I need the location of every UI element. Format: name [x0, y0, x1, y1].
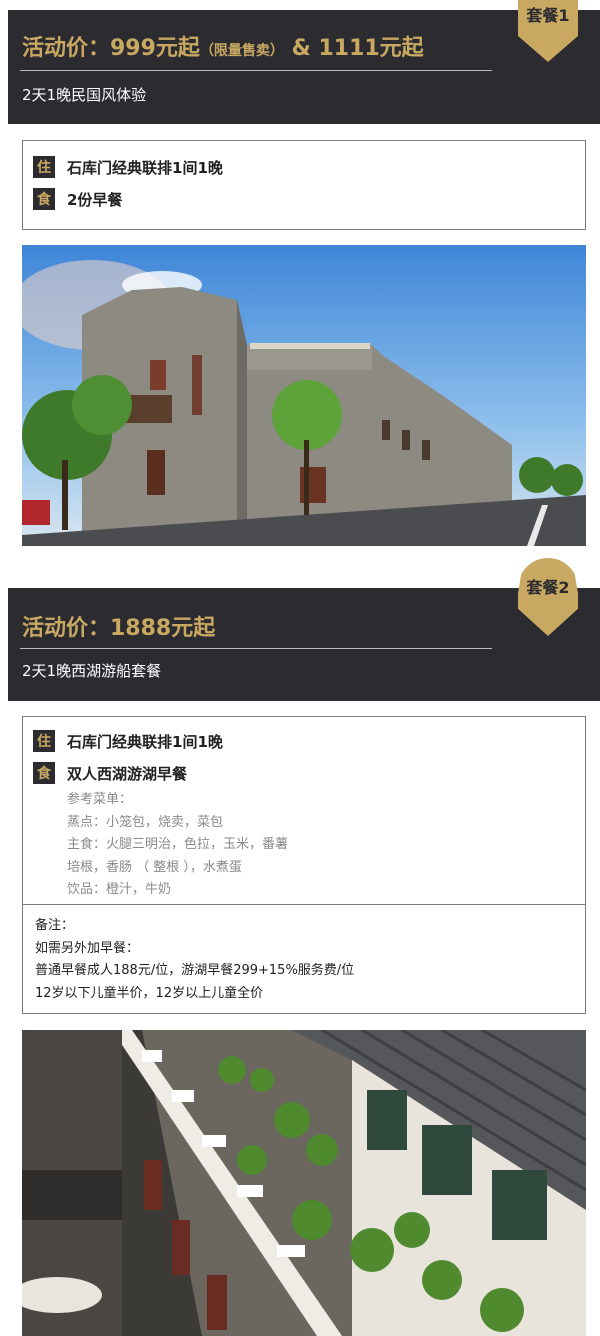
- package-1-price-main: 活动价：999元起: [22, 36, 200, 61]
- package-2-divider: [20, 648, 492, 649]
- reference-menu: 参考菜单： 蒸点：小笼包，烧卖，菜包 主食：火腿三明治，色拉，玉米，番薯 培根，…: [67, 789, 288, 902]
- package-2-price-main: 活动价：1888元起: [22, 616, 216, 641]
- package-1-price: 活动价：999元起（限量售卖） & 1111元起: [22, 30, 424, 62]
- note-line: 普通早餐成人188元/位，游湖早餐299+15%服务费/位: [35, 963, 355, 978]
- note-line: 备注：: [35, 918, 75, 933]
- package-1-details: 住 石库门经典联排1间1晚 食 2份早餐: [22, 140, 586, 230]
- menu-line: 培根，香肠 （ 整根 ），水煮蛋: [67, 859, 242, 875]
- terrace-photo: [22, 1030, 586, 1336]
- hotel-exterior-illustration: [22, 245, 586, 546]
- stay-text: 石库门经典联排1间1晚: [67, 732, 223, 751]
- stay-tag: 住: [33, 156, 55, 178]
- package-2-header: 活动价：1888元起 2天1晚西湖游船套餐: [8, 588, 600, 701]
- package-2-details: 住 石库门经典联排1间1晚 食 双人西湖游湖早餐 参考菜单： 蒸点：小笼包，烧卖…: [22, 716, 586, 1014]
- menu-line: 蒸点：小笼包，烧卖，菜包: [67, 814, 224, 830]
- package-1-price-note: （限量售卖）: [199, 43, 284, 59]
- note-line: 如需另外加早餐：: [35, 940, 140, 956]
- menu-line: 饮品：橙汁，牛奶: [67, 882, 172, 897]
- menu-line: 主食：火腿三明治，色拉，玉米，番薯: [67, 837, 289, 852]
- terrace-illustration: [22, 1030, 586, 1336]
- list-item: 食 双人西湖游湖早餐: [33, 761, 187, 785]
- package-1-subtitle: 2天1晚民国风体验: [22, 86, 147, 104]
- hotel-exterior-photo: [22, 245, 586, 546]
- meal-tag: 食: [33, 762, 55, 784]
- package-2-subtitle: 2天1晚西湖游船套餐: [22, 662, 162, 680]
- note-line: 12岁以下儿童半价，12岁以上儿童全价: [35, 985, 264, 1001]
- list-item: 食 2份早餐: [33, 187, 122, 211]
- stay-text: 石库门经典联排1间1晚: [67, 158, 223, 177]
- package-1-header: 活动价：999元起（限量售卖） & 1111元起 2天1晚民国风体验: [8, 10, 600, 124]
- list-item: 住 石库门经典联排1间1晚: [33, 729, 223, 753]
- menu-line: 参考菜单：: [67, 792, 133, 807]
- stay-tag: 住: [33, 730, 55, 752]
- list-item: 住 石库门经典联排1间1晚: [33, 155, 223, 179]
- meal-tag: 食: [33, 188, 55, 210]
- package-1-price-extra: & 1111元起: [291, 36, 424, 61]
- meal-text: 双人西湖游湖早餐: [67, 764, 188, 783]
- meal-text: 2份早餐: [67, 190, 123, 209]
- notes-divider: [23, 904, 585, 905]
- package-1-divider: [20, 70, 492, 71]
- notes: 备注： 如需另外加早餐： 普通早餐成人188元/位，游湖早餐299+15%服务费…: [35, 915, 354, 1005]
